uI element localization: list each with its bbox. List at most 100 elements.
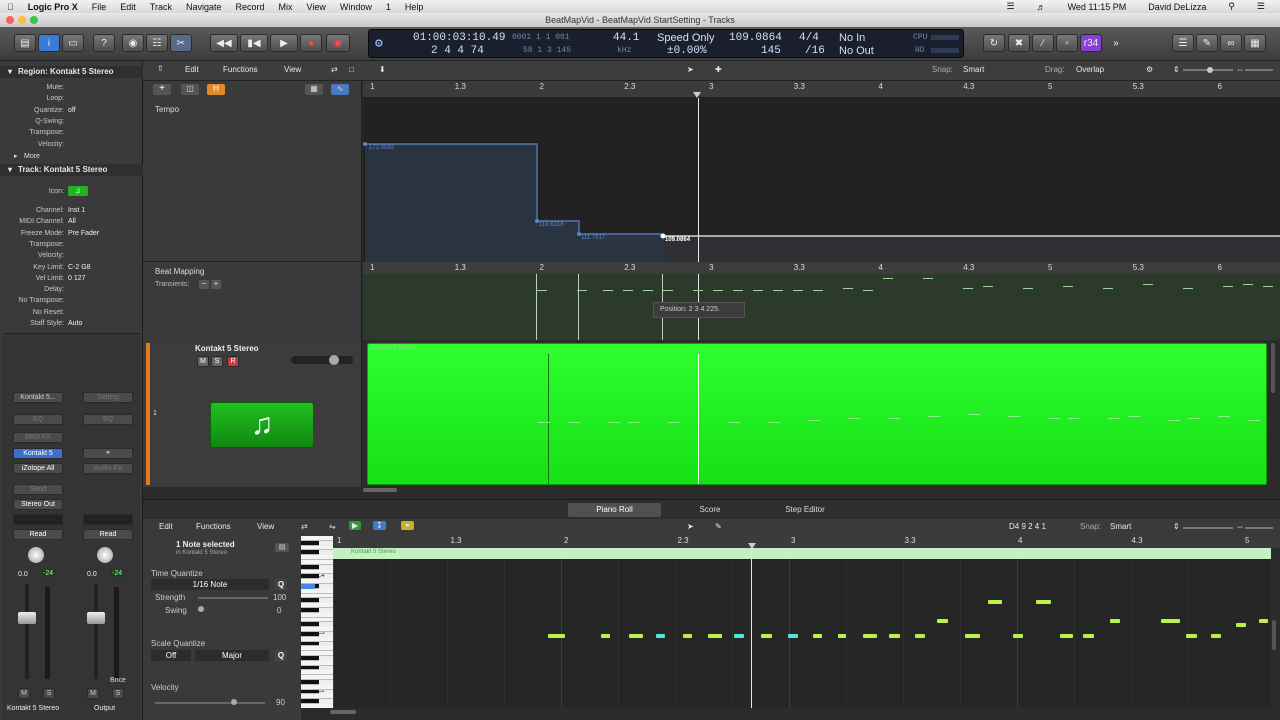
strip1-instrument-slot[interactable]: Kontakt 5 (13, 448, 63, 459)
midi-note[interactable] (1060, 634, 1073, 638)
beat-map-line-1[interactable] (536, 274, 537, 340)
midi-region[interactable]: Kontakt 5 Stereo (367, 343, 1267, 485)
beat-map-note[interactable] (537, 290, 547, 291)
midi-note[interactable] (1186, 634, 1197, 638)
scale-root-select[interactable]: Off (151, 650, 191, 661)
beat-map-note[interactable] (843, 288, 853, 289)
notepad-button[interactable]: ✎ (1196, 34, 1218, 52)
strip1-output-slot[interactable]: Stereo Out (13, 499, 63, 510)
piano-keyboard[interactable]: C4 C3 C2 (301, 536, 333, 708)
midi-note[interactable] (915, 634, 925, 638)
midi-note[interactable] (1110, 619, 1120, 623)
lcd-display[interactable]: ⚙ 01:00:03:10.49 2 4 4 74 0001 1 1 001 5… (368, 29, 964, 58)
cycle-button[interactable]: ↻ (983, 34, 1005, 52)
beat-map-note[interactable] (1263, 286, 1273, 287)
midi-note[interactable] (1236, 623, 1246, 627)
midi-note[interactable] (683, 634, 692, 638)
track-solo-button[interactable]: S (211, 356, 223, 367)
notifications-icon[interactable]: ☰ (1250, 1, 1272, 12)
tracks-ruler[interactable]: 1 1.3 2 2.3 3 3.3 4 4.3 5 5.3 6 (363, 81, 1280, 98)
strength-slider[interactable] (198, 597, 268, 599)
midi-out-icon[interactable]: ▶ (349, 521, 362, 530)
pointer-tool-icon[interactable]: ➤ (687, 522, 694, 531)
track-param-value[interactable]: 0 127 (68, 273, 86, 284)
catch-icon[interactable]: ⇄ (331, 65, 338, 74)
strip1-automation-mode[interactable]: Read (13, 529, 63, 540)
track-volume-thumb[interactable] (329, 355, 339, 365)
volume-icon[interactable]: ♬ (1030, 2, 1053, 12)
tab-piano-roll[interactable]: Piano Roll (568, 503, 661, 517)
piano-key[interactable] (301, 699, 319, 704)
menu-navigate[interactable]: Navigate (179, 2, 229, 12)
user-name[interactable]: David DeLizza (1141, 2, 1213, 12)
scale-quantize-button[interactable]: Q (275, 650, 287, 661)
transients-decrease-button[interactable]: − (199, 280, 209, 289)
apple-icon[interactable]:  (0, 2, 21, 12)
editor-vertical-zoom-slider[interactable] (1183, 527, 1233, 529)
track-name[interactable]: Kontakt 5 Stereo (195, 344, 259, 353)
piano-key[interactable] (301, 608, 319, 613)
midi-note[interactable] (656, 634, 665, 638)
region-param-row[interactable]: Transpose: (0, 127, 143, 138)
beat-map-note[interactable] (643, 290, 653, 291)
catch-icon[interactable]: ⇄ (301, 522, 308, 531)
add-track-button[interactable]: + (153, 84, 171, 95)
waveform-zoom-icon[interactable]: ⚙ (1146, 65, 1153, 74)
menu-window[interactable]: Window (333, 2, 379, 12)
track-param-row[interactable]: No Reset: (0, 307, 143, 318)
track-param-value[interactable]: C-2 G8 (68, 262, 91, 273)
strip1-setting-button[interactable]: Kontakt 5... (13, 392, 63, 403)
region-param-row[interactable]: Loop: (0, 93, 143, 104)
editor-horizontal-scrollbar[interactable] (330, 710, 356, 714)
track-param-row[interactable]: Delay: (0, 284, 143, 295)
strip2-group-slot[interactable] (83, 514, 133, 525)
midi-note[interactable] (889, 634, 900, 638)
midi-note[interactable] (1083, 634, 1094, 638)
beat-map-note[interactable] (1143, 284, 1153, 285)
tempo-track[interactable]: 180 160 140 120 100 172.0082 119.6318 11… (363, 98, 1280, 262)
track-param-value[interactable]: Auto (68, 318, 82, 329)
scale-type-select[interactable]: Major (195, 650, 269, 661)
tempo-point-1[interactable] (363, 142, 367, 146)
beat-map-note[interactable] (773, 290, 783, 291)
duplicate-track-button[interactable]: ◫ (181, 84, 199, 95)
midi-note[interactable] (708, 634, 722, 638)
editors-button[interactable]: ✂ (170, 34, 192, 52)
tracks-vertical-scrollbar[interactable] (1271, 343, 1275, 393)
link-icon[interactable]: ⚭ (401, 521, 414, 530)
beat-map-note[interactable] (713, 290, 723, 291)
track-param-row[interactable]: MIDI Channel: All (0, 216, 143, 227)
region-view-icon[interactable]: ▤ (275, 543, 289, 552)
beat-map-note[interactable] (1223, 286, 1233, 287)
midi-note[interactable] (548, 634, 565, 638)
beat-mapping-track[interactable]: 1 1.3 2 2.3 3 3.3 4 4.3 5 5.3 6 Position: 2 3 4 22… (363, 262, 1280, 340)
tracks-snap-select[interactable]: Smart (963, 65, 984, 74)
close-window-icon[interactable] (6, 16, 14, 24)
midi-note[interactable] (988, 600, 1002, 604)
library-button[interactable]: ▤ (14, 34, 36, 52)
quick-help-button[interactable]: ? (93, 34, 115, 52)
midi-note[interactable] (813, 634, 822, 638)
piano-key[interactable] (301, 665, 319, 671)
zoom-window-icon[interactable] (30, 16, 38, 24)
strip2-bounce-button[interactable]: Bnce (110, 677, 126, 684)
track-param-value[interactable]: Pre Fader (68, 228, 99, 239)
midi-note[interactable] (863, 634, 877, 638)
music-note-icon[interactable]: ♫ (68, 186, 88, 196)
record-button[interactable]: ● (300, 34, 322, 52)
velocity-thumb[interactable] (231, 699, 237, 705)
strip2-mute-button[interactable]: M (87, 688, 99, 699)
replace-button[interactable]: ✖ (1008, 34, 1030, 52)
strip1-audio-fx-slot[interactable]: iZotope All (13, 463, 63, 474)
piano-key[interactable] (301, 540, 319, 546)
beat-map-note[interactable] (1063, 286, 1073, 287)
piano-key[interactable] (301, 574, 319, 580)
strip1-group-slot[interactable] (13, 514, 63, 525)
strip1-send-slot[interactable]: Send (13, 484, 63, 495)
back-arrow-icon[interactable]: ⇧ (157, 64, 164, 73)
strip1-pan-knob[interactable] (28, 547, 44, 563)
strip2-solo-button[interactable]: S (112, 688, 124, 699)
track-param-row[interactable]: Staff Style: Auto (0, 318, 143, 329)
piano-roll-grid[interactable]: Kontakt 5 Stereo (333, 548, 1271, 708)
hide-tracks-button[interactable]: H (207, 84, 225, 95)
